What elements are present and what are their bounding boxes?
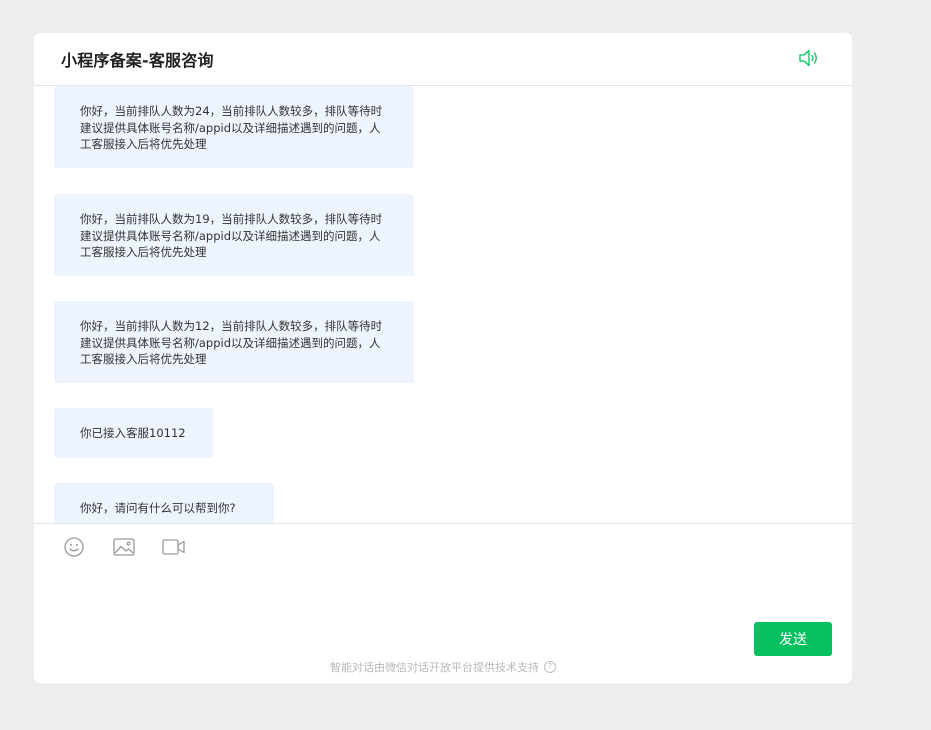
message-text: 你好，当前排队人数为12，当前排队人数较多，排队等待时建议提供具体账号名称/ap… <box>80 319 383 366</box>
message-bubble: 你好，当前排队人数为24，当前排队人数较多，排队等待时建议提供具体账号名称/ap… <box>54 86 414 168</box>
video-icon[interactable] <box>160 535 188 559</box>
powered-by-footer: 智能对话由微信对话开放平台提供技术支持 ? <box>34 657 852 677</box>
message-bubble: 你好，当前排队人数为19，当前排队人数较多，排队等待时建议提供具体账号名称/ap… <box>54 194 414 276</box>
message-input[interactable] <box>54 567 836 623</box>
image-icon[interactable] <box>110 535 138 559</box>
message-bubble: 你已接入客服10112 <box>54 408 213 458</box>
chat-header: 小程序备案-客服咨询 <box>34 33 852 86</box>
message-bubble: 你好，当前排队人数为12，当前排队人数较多，排队等待时建议提供具体账号名称/ap… <box>54 301 414 383</box>
emoji-icon[interactable] <box>60 535 88 559</box>
composer-divider <box>34 523 852 524</box>
message-text: 你好，当前排队人数为19，当前排队人数较多，排队等待时建议提供具体账号名称/ap… <box>80 212 383 259</box>
message-bubble: 你好，请问有什么可以帮到你? <box>54 483 274 523</box>
message-text: 你好，当前排队人数为24，当前排队人数较多，排队等待时建议提供具体账号名称/ap… <box>80 104 383 151</box>
message-list[interactable]: 你好，当前排队人数为24，当前排队人数较多，排队等待时建议提供具体账号名称/ap… <box>34 86 852 523</box>
help-icon[interactable]: ? <box>544 661 556 673</box>
page-title: 小程序备案-客服咨询 <box>61 51 214 70</box>
chat-panel: 小程序备案-客服咨询 你好，当前排队人数为24，当前排队人数较多，排队等待时建议… <box>34 33 852 683</box>
send-button[interactable]: 发送 <box>754 622 832 656</box>
speaker-icon[interactable] <box>798 47 822 69</box>
message-text: 你好，请问有什么可以帮到你? <box>80 501 236 515</box>
message-text: 你已接入客服10112 <box>80 426 186 440</box>
footer-text: 智能对话由微信对话开放平台提供技术支持 <box>330 661 539 674</box>
